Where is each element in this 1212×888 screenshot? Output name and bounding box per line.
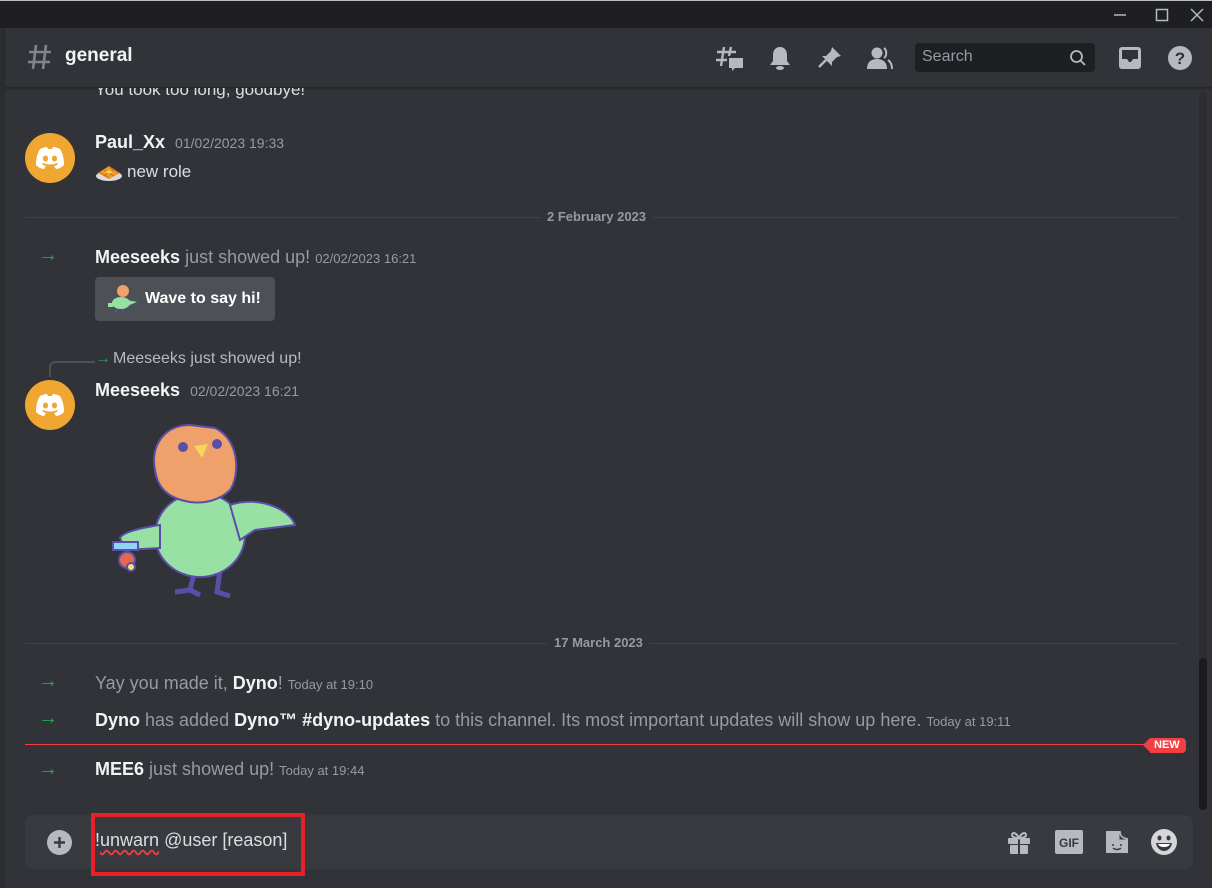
username[interactable]: Meeseeks — [95, 380, 180, 401]
pinned-messages-button[interactable] — [816, 44, 844, 72]
message-list: You took too long, goodbye! Paul_Xx 01/0… — [5, 88, 1195, 808]
gif-button[interactable]: GIF — [1053, 828, 1085, 856]
parrot-wave-sticker[interactable] — [105, 420, 305, 600]
wave-button-label: Wave to say hi! — [145, 290, 261, 307]
channel-header: general Search ? — [5, 28, 1212, 88]
system-message-text: ! — [277, 673, 283, 693]
channel-hash-icon — [28, 44, 51, 70]
search-placeholder: Search — [922, 48, 973, 65]
help-icon: ? — [1168, 46, 1192, 70]
new-messages-divider — [25, 744, 1165, 745]
join-arrow-icon: → — [38, 707, 58, 729]
avatar[interactable] — [25, 133, 75, 183]
gift-icon — [1008, 832, 1030, 854]
search-icon — [1070, 50, 1086, 66]
timestamp: Today at 19:44 — [279, 763, 365, 778]
close-icon — [1190, 8, 1204, 22]
notification-settings-button[interactable] — [766, 44, 794, 72]
timestamp: 01/02/2023 19:33 — [175, 135, 285, 151]
timestamp: Today at 19:10 — [287, 677, 374, 692]
pinned-messages-icon — [818, 47, 841, 68]
upload-button[interactable] — [47, 830, 72, 855]
username[interactable]: MEE6 — [95, 759, 144, 779]
close-window-button[interactable] — [1182, 3, 1212, 27]
maximize-icon — [1155, 8, 1169, 22]
minimize-button[interactable] — [1105, 3, 1135, 27]
date-divider-label: 17 March 2023 — [548, 635, 649, 650]
threads-button[interactable] — [716, 44, 744, 72]
svg-text:?: ? — [1175, 49, 1185, 68]
timestamp: 02/02/2023 16:21 — [190, 383, 300, 399]
username[interactable]: Dyno — [233, 673, 278, 693]
timestamp: Today at 19:11 — [926, 714, 1011, 729]
join-arrow-icon: → — [38, 244, 58, 266]
waffle-emoji-icon — [96, 166, 122, 181]
discord-logo-icon — [36, 147, 64, 169]
member-list-button[interactable] — [866, 44, 894, 72]
system-message-text: Yay you made it, — [95, 673, 233, 693]
gift-button[interactable] — [1005, 828, 1033, 856]
system-message-text: just showed up! — [149, 759, 275, 779]
help-button[interactable]: ? — [1166, 44, 1194, 72]
scrollbar-thumb[interactable] — [1199, 658, 1207, 810]
join-arrow-icon: → — [38, 670, 58, 692]
followed-channel-link[interactable]: Dyno™ #dyno-updates — [234, 710, 430, 730]
reply-preview-text: Meeseeks just showed up! — [113, 350, 302, 367]
inbox-icon — [1119, 47, 1141, 69]
threads-icon — [716, 46, 743, 71]
maximize-button[interactable] — [1147, 3, 1177, 27]
username[interactable]: Paul_Xx — [95, 132, 165, 153]
date-divider-label: 2 February 2023 — [541, 209, 653, 224]
emoji-button[interactable] — [1150, 828, 1178, 856]
window-titlebar — [0, 0, 1212, 28]
sticker-button[interactable] — [1103, 828, 1131, 856]
inbox-button[interactable] — [1116, 44, 1144, 72]
username[interactable]: Meeseeks — [95, 247, 180, 267]
message-text: You took too long, goodbye! — [95, 88, 306, 99]
timestamp: 02/02/2023 16:21 — [315, 251, 417, 266]
member-list-icon — [867, 47, 893, 70]
channel-name: general — [65, 45, 133, 66]
avatar[interactable] — [25, 380, 75, 430]
join-arrow-icon: → — [95, 350, 111, 367]
minimize-icon — [1114, 14, 1126, 16]
username[interactable]: Dyno — [95, 710, 140, 730]
parrot-sticker-icon — [108, 285, 137, 314]
svg-text:GIF: GIF — [1059, 836, 1079, 850]
sticker-icon — [1106, 830, 1129, 853]
highlight-annotation — [91, 813, 305, 876]
reply-connector — [49, 361, 95, 377]
new-messages-badge: NEW — [1143, 738, 1186, 753]
reply-preview[interactable]: → Meeseeks just showed up! — [95, 350, 302, 368]
system-message-text: to this channel. Its most important upda… — [430, 710, 922, 730]
plus-icon — [54, 837, 65, 848]
gif-icon: GIF — [1055, 830, 1083, 854]
message-text: new role — [127, 162, 192, 181]
wave-to-say-hi-button[interactable]: Wave to say hi! — [95, 277, 275, 321]
search-input[interactable]: Search — [915, 43, 1095, 72]
join-arrow-icon: → — [38, 758, 58, 780]
system-message-text: just showed up! — [185, 247, 311, 267]
discord-logo-icon — [36, 394, 64, 416]
system-message-text: has added — [140, 710, 235, 730]
emoji-icon — [1151, 829, 1177, 855]
notification-bell-icon — [770, 47, 790, 70]
message-scrollbar[interactable] — [1199, 92, 1207, 810]
